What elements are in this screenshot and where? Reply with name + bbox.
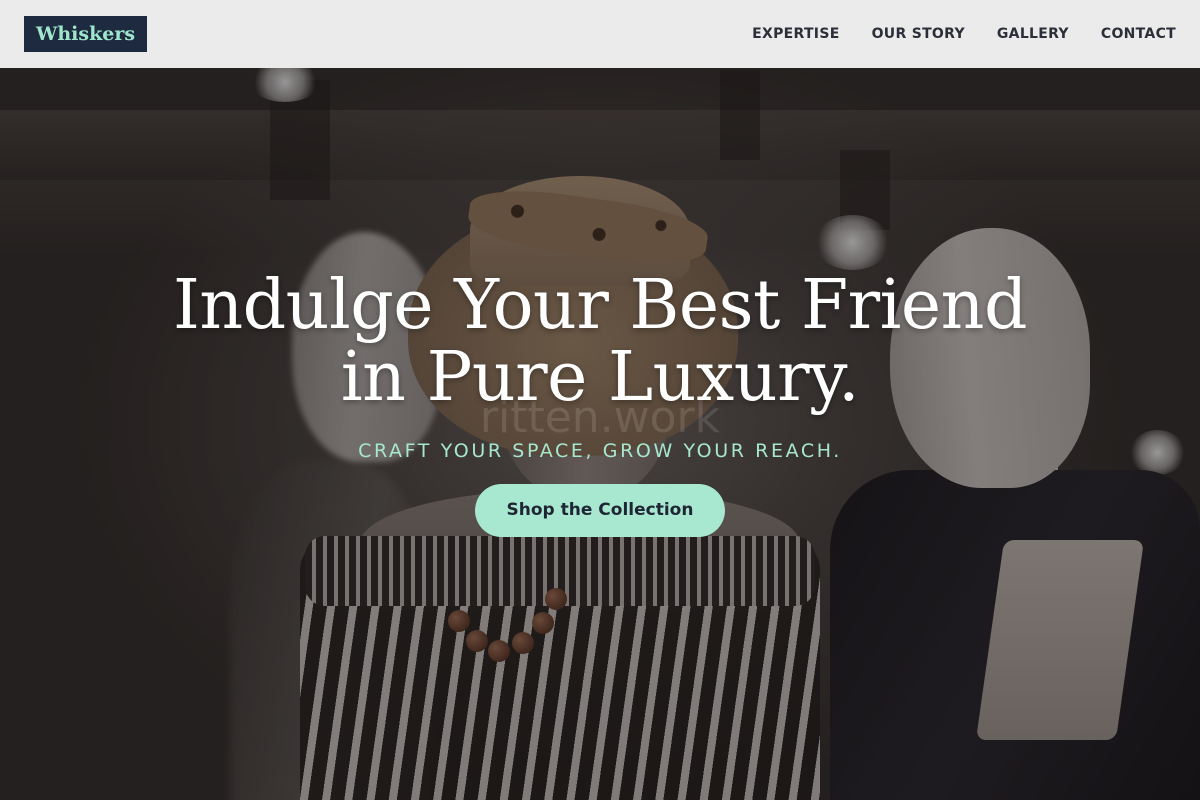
main-nav: EXPERTISE OUR STORY GALLERY CONTACT xyxy=(720,26,1176,42)
nav-link-gallery[interactable]: GALLERY xyxy=(997,26,1069,42)
shop-collection-button[interactable]: Shop the Collection xyxy=(475,484,725,537)
hero-title: Indulge Your Best Friend in Pure Luxury. xyxy=(0,270,1200,414)
nav-link-contact[interactable]: CONTACT xyxy=(1101,26,1176,42)
hero-title-line-2: in Pure Luxury. xyxy=(340,338,860,417)
hero-subtitle: CRAFT YOUR SPACE, GROW YOUR REACH. xyxy=(358,440,842,462)
top-navbar: Whiskers EXPERTISE OUR STORY GALLERY CON… xyxy=(0,0,1200,68)
nav-link-expertise[interactable]: EXPERTISE xyxy=(752,26,839,42)
nav-link-our-story[interactable]: OUR STORY xyxy=(872,26,965,42)
brand-logo[interactable]: Whiskers xyxy=(24,16,148,52)
hero-content: Indulge Your Best Friend in Pure Luxury.… xyxy=(0,270,1200,537)
hero-title-line-1: Indulge Your Best Friend xyxy=(172,266,1028,345)
